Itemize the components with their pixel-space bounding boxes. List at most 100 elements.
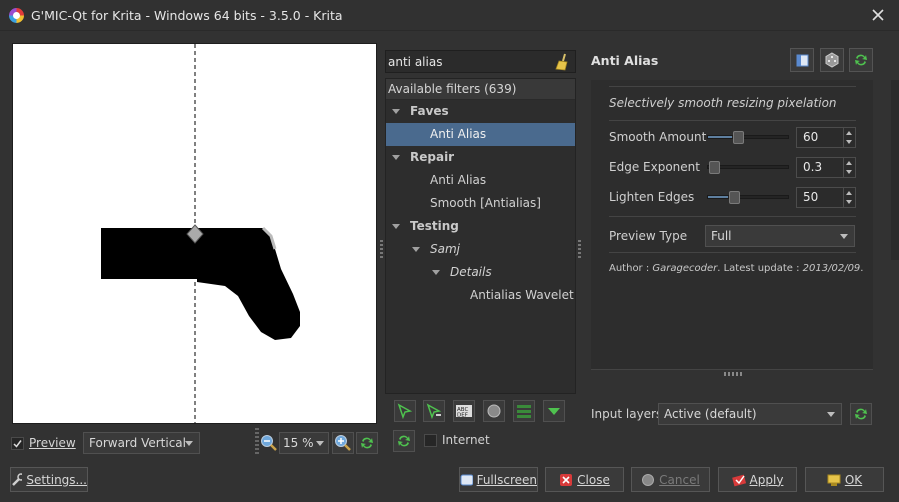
random-params-button[interactable]	[820, 48, 844, 72]
lighten-edges-label: Lighten Edges	[609, 190, 695, 204]
tree-item-label: Details	[450, 265, 492, 279]
slider-handle[interactable]	[709, 161, 720, 174]
copy-command-button[interactable]	[790, 48, 814, 72]
lighten-edges-slider[interactable]	[707, 191, 789, 204]
wrench-icon	[12, 472, 23, 486]
zoom-out-button[interactable]	[259, 432, 279, 454]
apply-icon	[731, 474, 746, 486]
edge-exponent-slider[interactable]	[707, 161, 789, 174]
refresh-icon	[398, 435, 410, 447]
zoom-value: 15 %	[283, 436, 314, 450]
expand-arrow-icon	[432, 270, 440, 275]
visibility-button[interactable]	[483, 400, 505, 422]
lighten-edges-spinbox[interactable]: 50	[796, 187, 856, 208]
expand-arrow-icon	[392, 109, 400, 114]
slider-fill	[708, 136, 732, 138]
reset-params-button[interactable]	[849, 48, 873, 72]
tree-item-label: Anti Alias	[430, 127, 487, 141]
refresh-preview-button[interactable]	[356, 432, 378, 454]
separator	[609, 86, 856, 87]
rename-icon: ABCDEF	[456, 405, 472, 419]
preview-image	[101, 44, 300, 423]
internet-checkbox[interactable]	[424, 434, 437, 447]
apply-button[interactable]: Apply	[718, 467, 797, 492]
separator	[609, 252, 856, 253]
tree-item-label: Repair	[410, 150, 455, 164]
internet-label: Internet	[442, 433, 490, 447]
cancel-icon	[642, 473, 655, 486]
spin-buttons[interactable]	[843, 158, 855, 177]
tree-folder-repair[interactable]: Repair	[386, 146, 575, 169]
tree-folder-samj[interactable]: Samj	[386, 238, 575, 261]
slider-handle[interactable]	[733, 131, 744, 144]
right-splitter-handle[interactable]	[578, 240, 581, 260]
selection-mode-button[interactable]	[513, 400, 535, 422]
zoom-out-icon	[261, 435, 277, 451]
expand-collapse-button[interactable]	[543, 400, 565, 422]
ok-icon	[827, 474, 841, 486]
tree-folder-details[interactable]: Details	[386, 261, 575, 284]
chevron-down-icon	[185, 441, 193, 446]
list-check-icon	[517, 405, 531, 418]
settings-button[interactable]: Settings...	[10, 467, 88, 492]
refresh-layers-button[interactable]	[850, 403, 872, 425]
filter-search-input[interactable]	[388, 53, 548, 71]
ok-label: OK	[844, 472, 863, 487]
update-filters-button[interactable]	[393, 430, 415, 452]
add-fave-button[interactable]	[394, 400, 416, 422]
refresh-icon	[361, 437, 373, 449]
tree-item-smooth-antialias[interactable]: Smooth [Antialias]	[386, 192, 575, 215]
smooth-amount-spinbox[interactable]: 60	[796, 127, 856, 148]
params-splitter-handle[interactable]	[724, 372, 744, 376]
zoom-in-button[interactable]	[332, 432, 354, 454]
spin-buttons[interactable]	[843, 128, 855, 147]
close-label: Close	[577, 472, 610, 487]
tree-expand-icon	[548, 408, 560, 415]
spin-buttons[interactable]	[843, 188, 855, 207]
clear-search-button[interactable]	[553, 53, 571, 71]
tree-item-label: Faves	[410, 104, 449, 118]
broom-icon	[555, 53, 568, 71]
cancel-button[interactable]: Cancel	[631, 467, 710, 492]
fullscreen-button[interactable]: Fullscreen	[459, 467, 538, 492]
edge-exponent-spinbox[interactable]: 0.3	[796, 157, 856, 178]
preview-canvas[interactable]	[12, 43, 377, 424]
remove-fave-button[interactable]	[423, 400, 445, 422]
window-icon	[796, 54, 809, 67]
tree-item-anti-alias-faves[interactable]: Anti Alias	[386, 123, 575, 146]
tree-folder-faves[interactable]: Faves	[386, 100, 575, 123]
filter-tree: Available filters (639) Faves Anti Alias…	[385, 78, 576, 394]
spin-value: 50	[803, 190, 819, 204]
rename-fave-button[interactable]: ABC DEF	[453, 400, 475, 422]
chevron-down-icon	[827, 412, 835, 417]
add-fave-icon	[397, 403, 413, 419]
slider-handle[interactable]	[729, 191, 740, 204]
tree-folder-testing[interactable]: Testing	[386, 215, 575, 238]
smooth-amount-slider[interactable]	[707, 131, 789, 144]
remove-fave-icon	[426, 403, 442, 419]
tree-item-label: Anti Alias	[430, 173, 487, 187]
close-window-button[interactable]	[866, 4, 890, 26]
tree-item-anti-alias-repair[interactable]: Anti Alias	[386, 169, 575, 192]
close-button[interactable]: Close	[545, 467, 624, 492]
update-date: 2013/02/09	[802, 263, 861, 274]
preview-type-select[interactable]: Full	[705, 225, 855, 247]
zoom-select[interactable]: 15 %	[279, 432, 329, 454]
tree-item-antialias-wavelet[interactable]: Antialias Wavelet	[386, 284, 575, 307]
input-layers-select[interactable]: Active (default)	[658, 403, 842, 425]
svg-text:DEF: DEF	[457, 413, 468, 419]
zoom-in-icon	[335, 435, 351, 451]
arrow-down-icon	[846, 200, 852, 204]
tree-item-label: Antialias Wavelet	[470, 288, 574, 302]
spin-value: 60	[803, 130, 819, 144]
preview-label[interactable]: Preview	[29, 436, 76, 450]
gmic-app-icon	[9, 8, 24, 23]
left-splitter-handle[interactable]	[380, 240, 383, 260]
expand-arrow-icon	[392, 224, 400, 229]
preview-mode-value: Forward Vertical	[89, 436, 186, 450]
update-prefix: . Latest update :	[717, 263, 803, 274]
ok-button[interactable]: OK	[805, 467, 884, 492]
arrow-down-icon	[846, 170, 852, 174]
preview-mode-select[interactable]: Forward Vertical	[83, 432, 200, 454]
filter-toolbar: ABC DEF	[390, 400, 576, 424]
